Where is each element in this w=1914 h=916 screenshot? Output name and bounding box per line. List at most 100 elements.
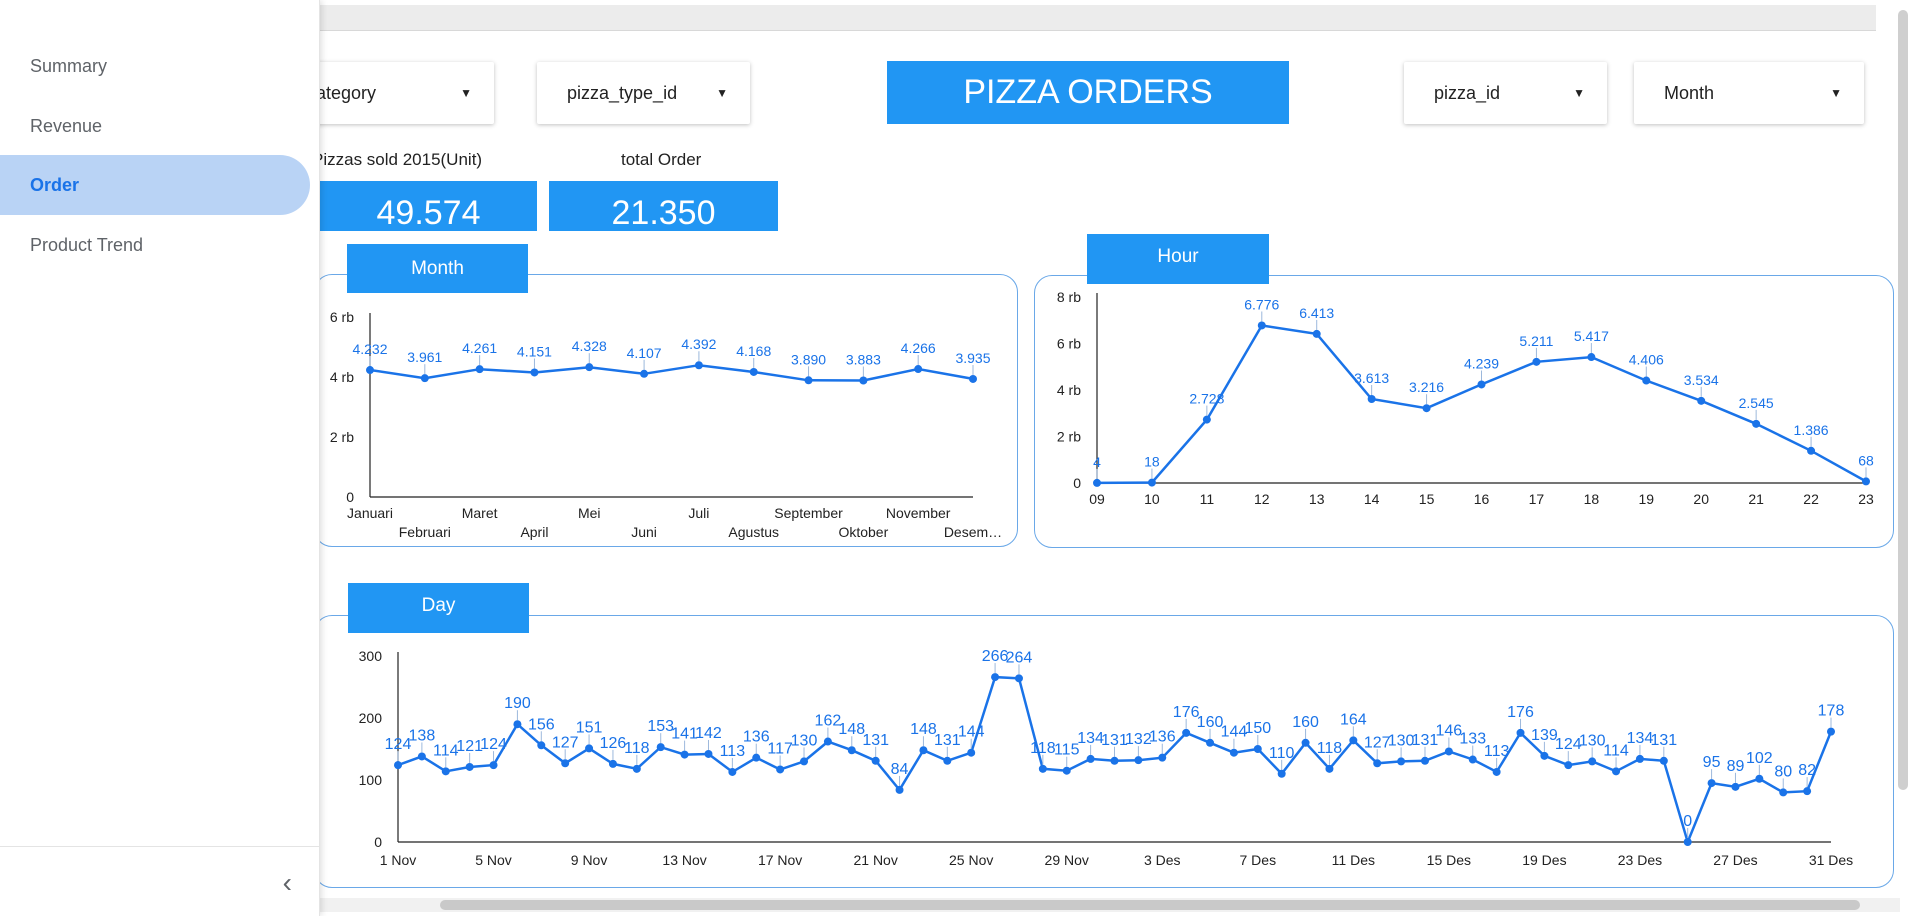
data-label: 124 (385, 736, 412, 753)
data-label: 121 (456, 738, 483, 755)
data-point (1659, 756, 1668, 765)
x-tick-label: 11 Des (1332, 852, 1375, 868)
data-point (728, 767, 737, 776)
data-label: 136 (743, 729, 770, 746)
data-point (919, 746, 928, 755)
data-point (776, 765, 785, 774)
data-label: 131 (862, 732, 889, 749)
x-tick-label: 3 Des (1144, 852, 1181, 868)
data-point (823, 737, 832, 746)
y-tick-label: 0 (374, 834, 382, 850)
data-point (1229, 748, 1238, 757)
data-label: 134 (1627, 730, 1654, 747)
data-label: 115 (1054, 742, 1080, 759)
data-label: 142 (695, 725, 722, 742)
data-point (1325, 764, 1334, 773)
x-tick-label: 17 Nov (758, 852, 802, 868)
data-label: 117 (767, 740, 793, 757)
sidebar-item-label: Summary (30, 56, 108, 76)
data-point (1803, 787, 1812, 796)
data-label: 84 (891, 761, 909, 778)
data-label: 264 (1006, 649, 1033, 666)
data-point (1707, 779, 1716, 788)
data-point (1755, 774, 1764, 783)
data-label: 266 (982, 648, 1009, 665)
data-label: 176 (1173, 704, 1200, 721)
x-tick-label: 7 Des (1240, 852, 1277, 868)
x-tick-label: 19 Des (1522, 852, 1566, 868)
data-label: 160 (1197, 714, 1224, 731)
data-point (513, 720, 522, 729)
data-point (489, 761, 498, 770)
y-tick-label: 300 (359, 648, 383, 664)
data-label: 127 (1364, 734, 1391, 751)
data-label: 130 (791, 732, 818, 749)
data-point (632, 764, 641, 773)
data-point (1110, 756, 1119, 765)
data-label: 162 (815, 713, 842, 730)
chevron-left-icon[interactable]: ‹ (283, 867, 292, 899)
data-label: 131 (1412, 732, 1439, 749)
data-label: 190 (504, 695, 531, 712)
data-label: 146 (1436, 722, 1463, 739)
data-label: 133 (1459, 731, 1486, 748)
x-tick-label: 9 Nov (571, 852, 608, 868)
sidebar-item-revenue[interactable]: Revenue (0, 96, 310, 156)
sidebar-item-order[interactable]: Order (0, 155, 310, 215)
data-label: 144 (958, 724, 985, 741)
data-point (895, 785, 904, 794)
data-point (1301, 738, 1310, 747)
data-point (1038, 764, 1047, 773)
data-point (1349, 736, 1358, 745)
data-label: 118 (1317, 740, 1343, 757)
data-point (1277, 769, 1286, 778)
x-tick-label: 23 Des (1618, 852, 1662, 868)
data-label: 113 (720, 743, 746, 760)
data-label: 118 (624, 740, 650, 757)
data-label: 80 (1774, 763, 1792, 780)
data-point (1182, 728, 1191, 737)
data-point (417, 752, 426, 761)
data-label: 95 (1703, 754, 1721, 771)
data-point (1468, 755, 1477, 764)
sidebar-item-summary[interactable]: Summary (0, 36, 310, 96)
data-point (1014, 674, 1023, 683)
data-label: 164 (1340, 711, 1367, 728)
data-point (1588, 757, 1597, 766)
data-point (847, 746, 856, 755)
data-label: 89 (1727, 758, 1745, 775)
data-label: 0 (1683, 813, 1692, 830)
data-point (1612, 767, 1621, 776)
data-label: 131 (934, 732, 961, 749)
x-tick-label: 1 Nov (380, 852, 417, 868)
x-tick-label: 25 Nov (949, 852, 993, 868)
x-tick-label: 29 Nov (1045, 852, 1089, 868)
data-label: 160 (1292, 714, 1319, 731)
data-point (1062, 766, 1071, 775)
data-label: 131 (1101, 732, 1128, 749)
data-label: 134 (1077, 730, 1104, 747)
data-point (1373, 759, 1382, 768)
data-label: 126 (600, 735, 627, 752)
sidebar-item-label: Order (30, 175, 80, 195)
data-label: 131 (1650, 732, 1677, 749)
data-point (991, 673, 1000, 682)
data-point (394, 761, 402, 770)
x-tick-label: 15 Des (1427, 852, 1471, 868)
data-label: 130 (1388, 732, 1415, 749)
data-point (585, 744, 594, 753)
x-tick-label: 31 Des (1809, 852, 1853, 868)
data-label: 113 (1484, 743, 1510, 760)
data-point (1444, 747, 1453, 756)
data-point (967, 748, 976, 757)
x-tick-label: 21 Nov (853, 852, 897, 868)
data-point (1492, 767, 1501, 776)
sidebar-item-product-trend[interactable]: Product Trend (0, 215, 310, 275)
data-label: 110 (1269, 745, 1295, 762)
data-label: 153 (647, 718, 674, 735)
data-label: 127 (552, 734, 579, 751)
sidebar-item-label: Revenue (30, 116, 103, 136)
data-point (561, 759, 570, 768)
data-label: 148 (910, 721, 937, 738)
y-tick-label: 200 (359, 710, 383, 726)
